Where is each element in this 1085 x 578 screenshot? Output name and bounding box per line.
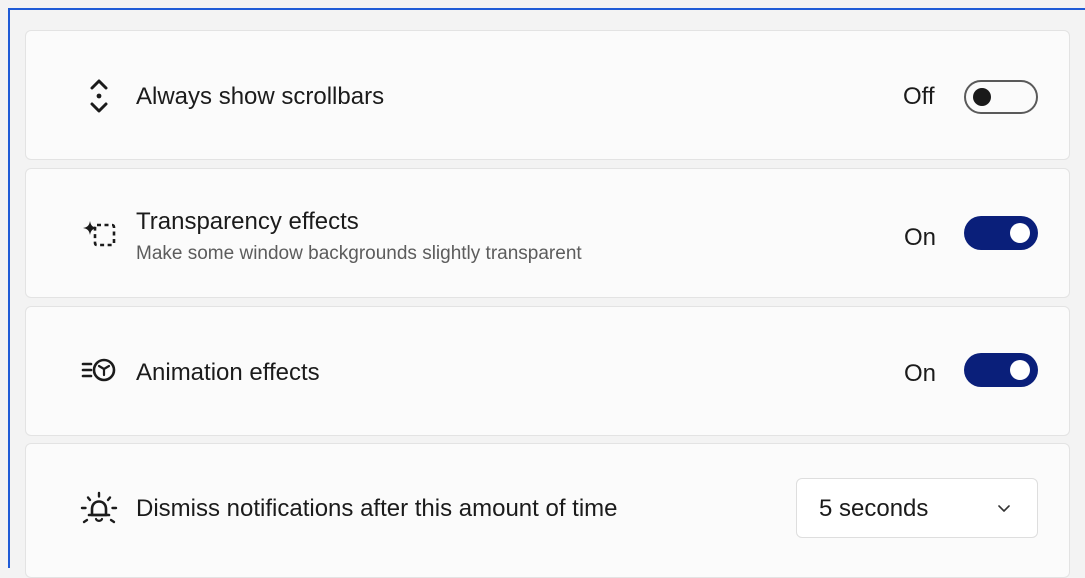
setting-transparency-effects: Transparency effects Make some window ba…	[25, 168, 1070, 298]
setting-always-show-scrollbars: Always show scrollbars Off	[25, 30, 1070, 160]
setting-animation-effects: Animation effects On	[25, 306, 1070, 436]
setting-title: Dismiss notifications after this amount …	[136, 495, 618, 522]
setting-title: Always show scrollbars	[136, 83, 385, 110]
dropdown-value: 5 seconds	[819, 495, 929, 522]
chevron-down-icon	[997, 501, 1011, 515]
notification-bell-icon	[78, 488, 120, 530]
scrollbars-toggle[interactable]	[964, 80, 1038, 114]
setting-subtitle: Make some window backgrounds slightly tr…	[136, 243, 582, 264]
transparency-toggle[interactable]	[964, 216, 1038, 250]
toggle-state-label: On	[904, 360, 937, 387]
transparency-icon	[78, 213, 120, 255]
toggle-knob	[973, 88, 991, 106]
scrollbar-icon	[78, 75, 120, 117]
animation-icon	[78, 350, 120, 392]
notification-duration-dropdown[interactable]: 5 seconds	[796, 478, 1038, 538]
setting-title: Transparency effects	[136, 208, 359, 235]
toggle-state-label: On	[904, 224, 937, 251]
setting-title: Animation effects	[136, 359, 320, 386]
toggle-knob	[1010, 223, 1030, 243]
toggle-state-label: Off	[903, 83, 935, 110]
animation-toggle[interactable]	[964, 353, 1038, 387]
setting-dismiss-notifications: Dismiss notifications after this amount …	[25, 443, 1070, 578]
toggle-knob	[1010, 360, 1030, 380]
